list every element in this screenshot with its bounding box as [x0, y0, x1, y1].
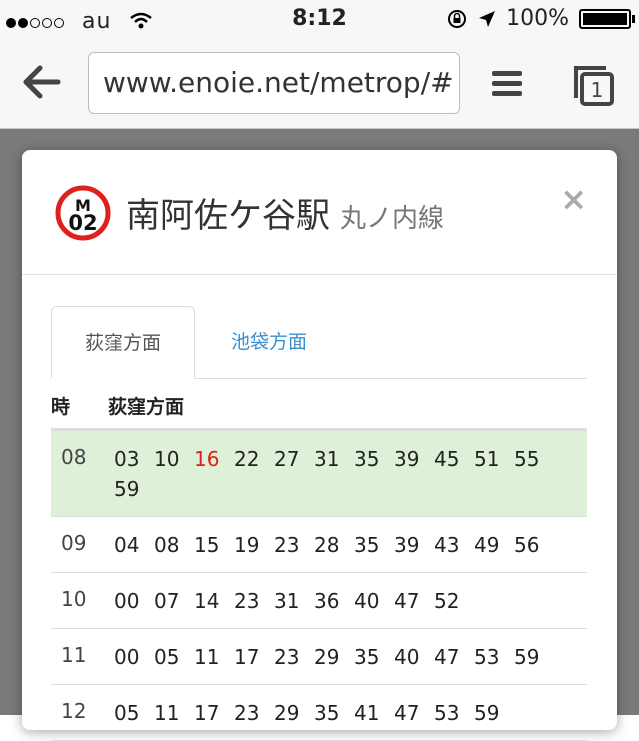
minute-cell: 29	[274, 701, 300, 725]
station-name: 南阿佐ケ谷駅	[126, 196, 330, 236]
minute-cell: 53	[474, 645, 500, 669]
row-hour: 08	[61, 445, 87, 469]
minute-cell: 35	[354, 533, 380, 557]
row-hour: 09	[61, 531, 87, 555]
minute-cell: 40	[354, 589, 380, 613]
minute-cell: 16	[194, 447, 220, 471]
minute-cell: 59	[514, 645, 540, 669]
minute-cell: 23	[274, 533, 300, 557]
minute-cell: 15	[194, 533, 220, 557]
minute-cell: 23	[234, 589, 260, 613]
table-body: 08 03 10 16 22 27 31 35 39 45 51 55 59 09 04 08 15 19 23 28…	[51, 431, 587, 741]
minute-cell: 23	[234, 701, 260, 725]
tabs-button[interactable]: 1	[570, 62, 616, 112]
station-title: 南阿佐ケ谷駅 丸ノ内線	[126, 188, 444, 237]
minute-cell: 56	[514, 533, 540, 557]
battery-percent: 100%	[506, 6, 569, 31]
minute-cell: 59	[474, 701, 500, 725]
row-hour: 11	[61, 643, 87, 667]
minute-cell: 39	[394, 533, 420, 557]
table-row: 12 05 11 17 23 29 35 41 47 53 59	[51, 685, 587, 741]
minute-cell: 35	[354, 447, 380, 471]
status-bar: au 8:12 100%	[0, 0, 639, 40]
minute-cell: 04	[114, 533, 140, 557]
minute-cell: 28	[314, 533, 340, 557]
minute-cell: 35	[314, 701, 340, 725]
minute-cell: 47	[394, 701, 420, 725]
minute-cell: 03	[114, 447, 140, 471]
minute-cell: 31	[274, 589, 300, 613]
minute-cell: 59	[114, 477, 140, 501]
timetable-modal: M 02 南阿佐ケ谷駅 丸ノ内線 × 荻窪方面 池袋方面 時 荻窪方面 08 03 1…	[22, 150, 617, 741]
minute-cell: 05	[154, 645, 180, 669]
minute-cell: 39	[394, 447, 420, 471]
minute-cell: 40	[394, 645, 420, 669]
minute-cell: 23	[274, 645, 300, 669]
tab-ogikubo[interactable]: 荻窪方面	[51, 306, 195, 379]
minute-cell: 05	[114, 701, 140, 725]
close-button[interactable]: ×	[560, 180, 587, 218]
minute-cell: 10	[154, 447, 180, 471]
line-name: 丸ノ内線	[340, 204, 445, 234]
minute-cell: 22	[234, 447, 260, 471]
status-right: 100%	[446, 6, 635, 31]
direction-header: 荻窪方面	[108, 396, 185, 418]
row-hour: 10	[61, 587, 87, 611]
minute-cell: 51	[474, 447, 500, 471]
modal-header: M 02 南阿佐ケ谷駅 丸ノ内線 ×	[22, 150, 617, 275]
tab-count: 1	[591, 78, 604, 102]
minute-cell: 49	[474, 533, 500, 557]
tab-ikebukuro[interactable]: 池袋方面	[231, 306, 307, 378]
minute-cell: 29	[314, 645, 340, 669]
browser-toolbar: www.enoie.net/metrop/# 1	[0, 40, 639, 129]
battery-icon	[579, 8, 635, 29]
minute-cell: 31	[314, 447, 340, 471]
menu-icon[interactable]	[490, 68, 524, 98]
minute-cell: 11	[194, 645, 220, 669]
row-minutes: 00 07 14 23 31 36 40 47 52	[114, 573, 554, 628]
minute-cell: 41	[354, 701, 380, 725]
row-minutes: 03 10 16 22 27 31 35 39 45 51 55 59	[114, 431, 554, 516]
minute-cell: 07	[154, 589, 180, 613]
minute-cell: 00	[114, 589, 140, 613]
minute-cell: 55	[514, 447, 540, 471]
timetable: 時 荻窪方面 08 03 10 16 22 27 31 35 39 45 51 55 59 09 04 08 1…	[51, 378, 587, 741]
minute-cell: 19	[234, 533, 260, 557]
tabs-icon: 1	[574, 66, 614, 106]
row-hour: 12	[61, 699, 87, 723]
minute-cell: 00	[114, 645, 140, 669]
rotation-lock-icon	[448, 9, 467, 28]
row-minutes: 05 11 17 23 29 35 41 47 53 59	[114, 685, 554, 740]
table-row: 10 00 07 14 23 31 36 40 47 52	[51, 573, 587, 629]
minute-cell: 17	[234, 645, 260, 669]
minute-cell: 45	[434, 447, 460, 471]
line-badge-icon: M 02	[55, 185, 111, 241]
minute-cell: 47	[434, 645, 460, 669]
minute-cell: 08	[154, 533, 180, 557]
location-icon	[479, 10, 496, 27]
direction-tabs: 荻窪方面 池袋方面	[51, 306, 587, 379]
minute-cell: 27	[274, 447, 300, 471]
row-minutes: 04 08 15 19 23 28 35 39 43 49 56	[114, 517, 554, 572]
back-arrow-icon[interactable]	[22, 64, 62, 100]
minute-cell: 52	[434, 589, 460, 613]
minute-cell: 11	[154, 701, 180, 725]
minute-cell: 35	[354, 645, 380, 669]
minute-cell: 14	[194, 589, 220, 613]
table-row: 09 04 08 15 19 23 28 35 39 43 49 56	[51, 517, 587, 573]
table-header: 時 荻窪方面	[51, 378, 587, 431]
minute-cell: 53	[434, 701, 460, 725]
row-minutes: 00 05 11 17 23 29 35 40 47 53 59	[114, 629, 554, 684]
table-row: 08 03 10 16 22 27 31 35 39 45 51 55 59	[51, 431, 587, 517]
minute-cell: 17	[194, 701, 220, 725]
url-field[interactable]: www.enoie.net/metrop/#	[88, 52, 460, 114]
table-row: 11 00 05 11 17 23 29 35 40 47 53 59	[51, 629, 587, 685]
minute-cell: 43	[434, 533, 460, 557]
badge-number: 02	[68, 211, 97, 235]
minute-cell: 47	[394, 589, 420, 613]
hour-header: 時	[51, 396, 71, 418]
minute-cell: 36	[314, 589, 340, 613]
